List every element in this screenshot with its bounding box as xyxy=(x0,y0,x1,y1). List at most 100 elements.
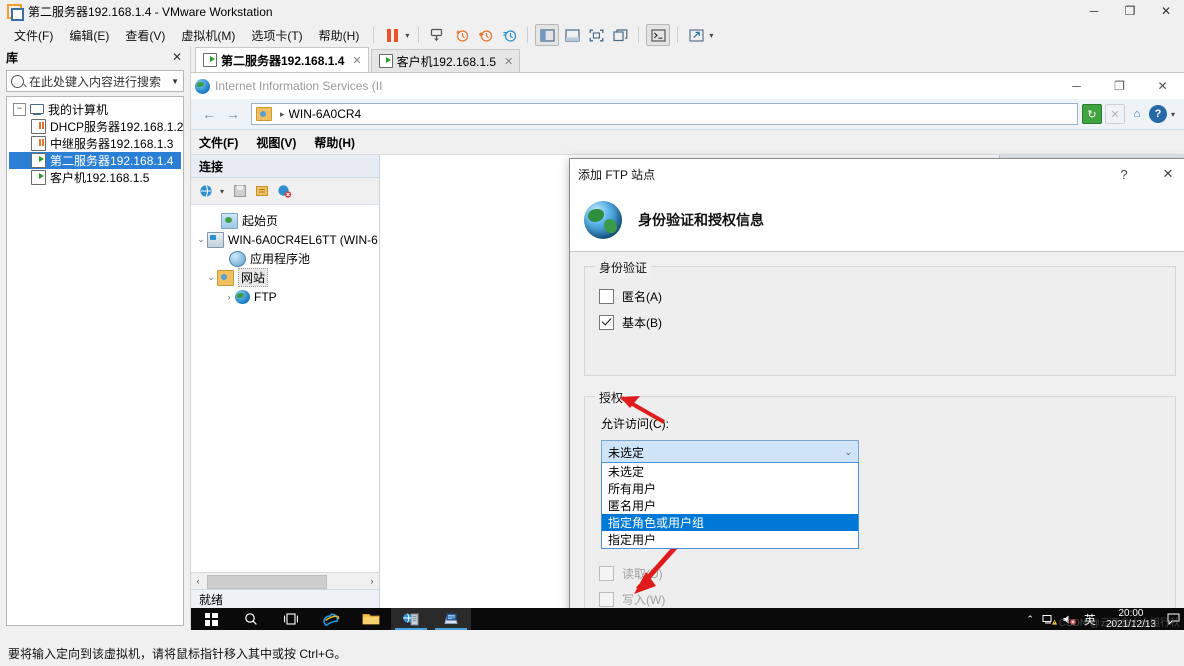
library-close-icon[interactable]: ✕ xyxy=(168,50,186,64)
chevron-down-icon[interactable]: ⌄ xyxy=(195,234,207,245)
checkbox-anonymous-box[interactable] xyxy=(599,288,614,304)
console-view-icon[interactable] xyxy=(646,24,671,46)
tab-second-server[interactable]: 第二服务器192.168.1.4 ✕ xyxy=(195,47,369,72)
show-thumbnails-icon[interactable] xyxy=(561,25,583,45)
forward-button[interactable]: → xyxy=(221,103,245,125)
fullscreen-icon[interactable] xyxy=(585,25,607,45)
start-button[interactable] xyxy=(191,608,231,630)
menu-file[interactable]: 文件(F) xyxy=(6,24,61,47)
menu-tabs[interactable]: 选项卡(T) xyxy=(243,24,310,47)
scroll-left-button[interactable]: ‹ xyxy=(191,574,205,588)
take-snapshot-icon[interactable] xyxy=(450,25,472,45)
task-view-button[interactable] xyxy=(271,608,311,630)
snapshot-manager-icon[interactable] xyxy=(498,25,520,45)
vm-item-second-server[interactable]: 第二服务器192.168.1.4 xyxy=(9,152,181,169)
option-specified-users[interactable]: 指定用户 xyxy=(602,531,858,548)
computer-icon xyxy=(30,103,44,116)
tray-expand-icon[interactable]: ⌃ xyxy=(1020,614,1040,625)
iis-menu-view[interactable]: 视图(V) xyxy=(256,132,314,153)
option-specified-roles-or-groups[interactable]: 指定角色或用户组 xyxy=(602,514,858,531)
pause-icon[interactable] xyxy=(381,25,403,45)
vm-running-icon xyxy=(378,54,393,68)
disconnect-icon[interactable] xyxy=(275,182,293,200)
authorization-group-label: 授权 xyxy=(595,389,628,406)
option-anonymous-users[interactable]: 匿名用户 xyxy=(602,497,858,514)
tab-client[interactable]: 客户机192.168.1.5 ✕ xyxy=(370,49,521,72)
connections-horizontal-scrollbar[interactable]: ‹ › xyxy=(191,572,379,589)
library-search-input[interactable]: 在此处键入内容进行搜索 ▼ xyxy=(6,70,184,92)
sites-icon xyxy=(217,269,234,286)
tree-item-ftp[interactable]: › FTP xyxy=(195,287,375,306)
menu-vm[interactable]: 虚拟机(M) xyxy=(173,24,243,47)
option-all-users[interactable]: 所有用户 xyxy=(602,480,858,497)
tree-root-my-computer[interactable]: − 我的计算机 xyxy=(9,101,181,118)
iis-minimize-button[interactable]: ─ xyxy=(1055,73,1098,99)
dialog-window-controls: ? ✕ xyxy=(1102,159,1184,189)
snapshot-icon[interactable] xyxy=(426,25,448,45)
vm-area: 第二服务器192.168.1.4 ✕ 客户机192.168.1.5 ✕ Inte… xyxy=(191,46,1184,630)
server-manager-button[interactable] xyxy=(391,608,431,630)
checkbox-anonymous[interactable]: 匿名(A) xyxy=(599,283,1161,309)
show-library-icon[interactable] xyxy=(535,24,560,46)
internet-explorer-button[interactable] xyxy=(311,608,351,630)
tree-item-start-page[interactable]: 起始页 xyxy=(195,211,375,230)
scroll-right-button[interactable]: › xyxy=(365,574,379,588)
expander-icon[interactable]: − xyxy=(13,103,26,116)
stretch-dropdown-icon[interactable]: ▾ xyxy=(709,31,713,40)
connect-icon[interactable] xyxy=(197,182,215,200)
unity-mode-icon[interactable] xyxy=(609,25,631,45)
search-dropdown-icon[interactable]: ▼ xyxy=(171,77,179,86)
scrollbar-track[interactable] xyxy=(205,575,365,589)
iis-maximize-button[interactable]: ❐ xyxy=(1098,73,1141,99)
breadcrumb[interactable]: ▸ WIN-6A0CR4 xyxy=(251,103,1078,125)
iis-status-bar: 就绪 xyxy=(191,589,379,608)
tree-item-app-pools[interactable]: 应用程序池 xyxy=(195,249,375,268)
menu-help[interactable]: 帮助(H) xyxy=(311,24,368,47)
connect-dropdown-icon[interactable]: ▾ xyxy=(220,187,224,196)
refresh-icon[interactable]: ↻ xyxy=(1081,104,1102,124)
scrollbar-thumb[interactable] xyxy=(207,575,327,589)
chevron-down-icon[interactable]: ⌄ xyxy=(205,272,217,283)
dialog-close-button[interactable]: ✕ xyxy=(1146,159,1184,189)
combobox-options-list[interactable]: 未选定 所有用户 匿名用户 指定角色或用户组 指定用户 xyxy=(601,462,859,549)
tab-close-icon[interactable]: ✕ xyxy=(352,54,361,67)
checkbox-basic-box[interactable] xyxy=(599,314,614,330)
network-warning-icon[interactable] xyxy=(1040,613,1060,626)
menu-edit[interactable]: 编辑(E) xyxy=(61,24,117,47)
home-icon[interactable]: ⌂ xyxy=(1128,105,1146,123)
iis-manager-button[interactable] xyxy=(431,608,471,630)
checkbox-write-label: 写入(W) xyxy=(622,592,666,607)
maximize-button[interactable]: ❐ xyxy=(1112,0,1148,22)
minimize-button[interactable]: ─ xyxy=(1076,0,1112,22)
iis-menu-file[interactable]: 文件(F) xyxy=(199,132,256,153)
search-button[interactable] xyxy=(231,608,271,630)
combobox-display[interactable]: 未选定 ⌄ xyxy=(601,440,859,464)
vm-item-dhcp[interactable]: DHCP服务器192.168.1.2 xyxy=(9,118,183,135)
stretch-guest-icon[interactable] xyxy=(685,25,707,45)
tree-item-server[interactable]: ⌄ WIN-6A0CR4EL6TT (WIN-6 xyxy=(195,230,378,249)
save-icon[interactable] xyxy=(231,182,249,200)
stop-icon[interactable]: ✕ xyxy=(1104,104,1125,124)
dialog-help-button[interactable]: ? xyxy=(1102,159,1146,189)
connections-pane: 连接 ▾ 起始页 ⌄ WIN-6A0CR4EL6TT (WIN-6 应用程序池 … xyxy=(191,155,380,608)
iis-menu-help[interactable]: 帮助(H) xyxy=(314,132,365,153)
close-button[interactable]: ✕ xyxy=(1148,0,1184,22)
pause-dropdown-icon[interactable]: ▾ xyxy=(405,31,409,40)
iis-close-button[interactable]: ✕ xyxy=(1141,73,1184,99)
allow-access-combobox[interactable]: 未选定 ⌄ 未选定 所有用户 匿名用户 指定角色或用户组 指定用户 xyxy=(601,440,859,549)
checkbox-basic[interactable]: 基本(B) xyxy=(599,309,1161,335)
tree-item-sites[interactable]: ⌄ 网站 xyxy=(195,268,375,287)
revert-snapshot-icon[interactable] xyxy=(474,25,496,45)
vm-item-relay[interactable]: 中继服务器192.168.1.3 xyxy=(9,135,181,152)
back-button[interactable]: ← xyxy=(197,103,221,125)
connect-to-server-icon[interactable] xyxy=(253,182,271,200)
vm-item-client[interactable]: 客户机192.168.1.5 xyxy=(9,169,181,186)
option-unselected[interactable]: 未选定 xyxy=(602,463,858,480)
help-icon[interactable]: ? xyxy=(1148,105,1167,123)
chevron-down-icon[interactable]: ⌄ xyxy=(844,447,852,458)
help-dropdown-icon[interactable]: ▾ xyxy=(1171,110,1175,119)
chevron-right-icon[interactable]: › xyxy=(223,292,235,302)
menu-view[interactable]: 查看(V) xyxy=(117,24,173,47)
file-explorer-button[interactable] xyxy=(351,608,391,630)
tab-close-icon[interactable]: ✕ xyxy=(504,55,513,68)
